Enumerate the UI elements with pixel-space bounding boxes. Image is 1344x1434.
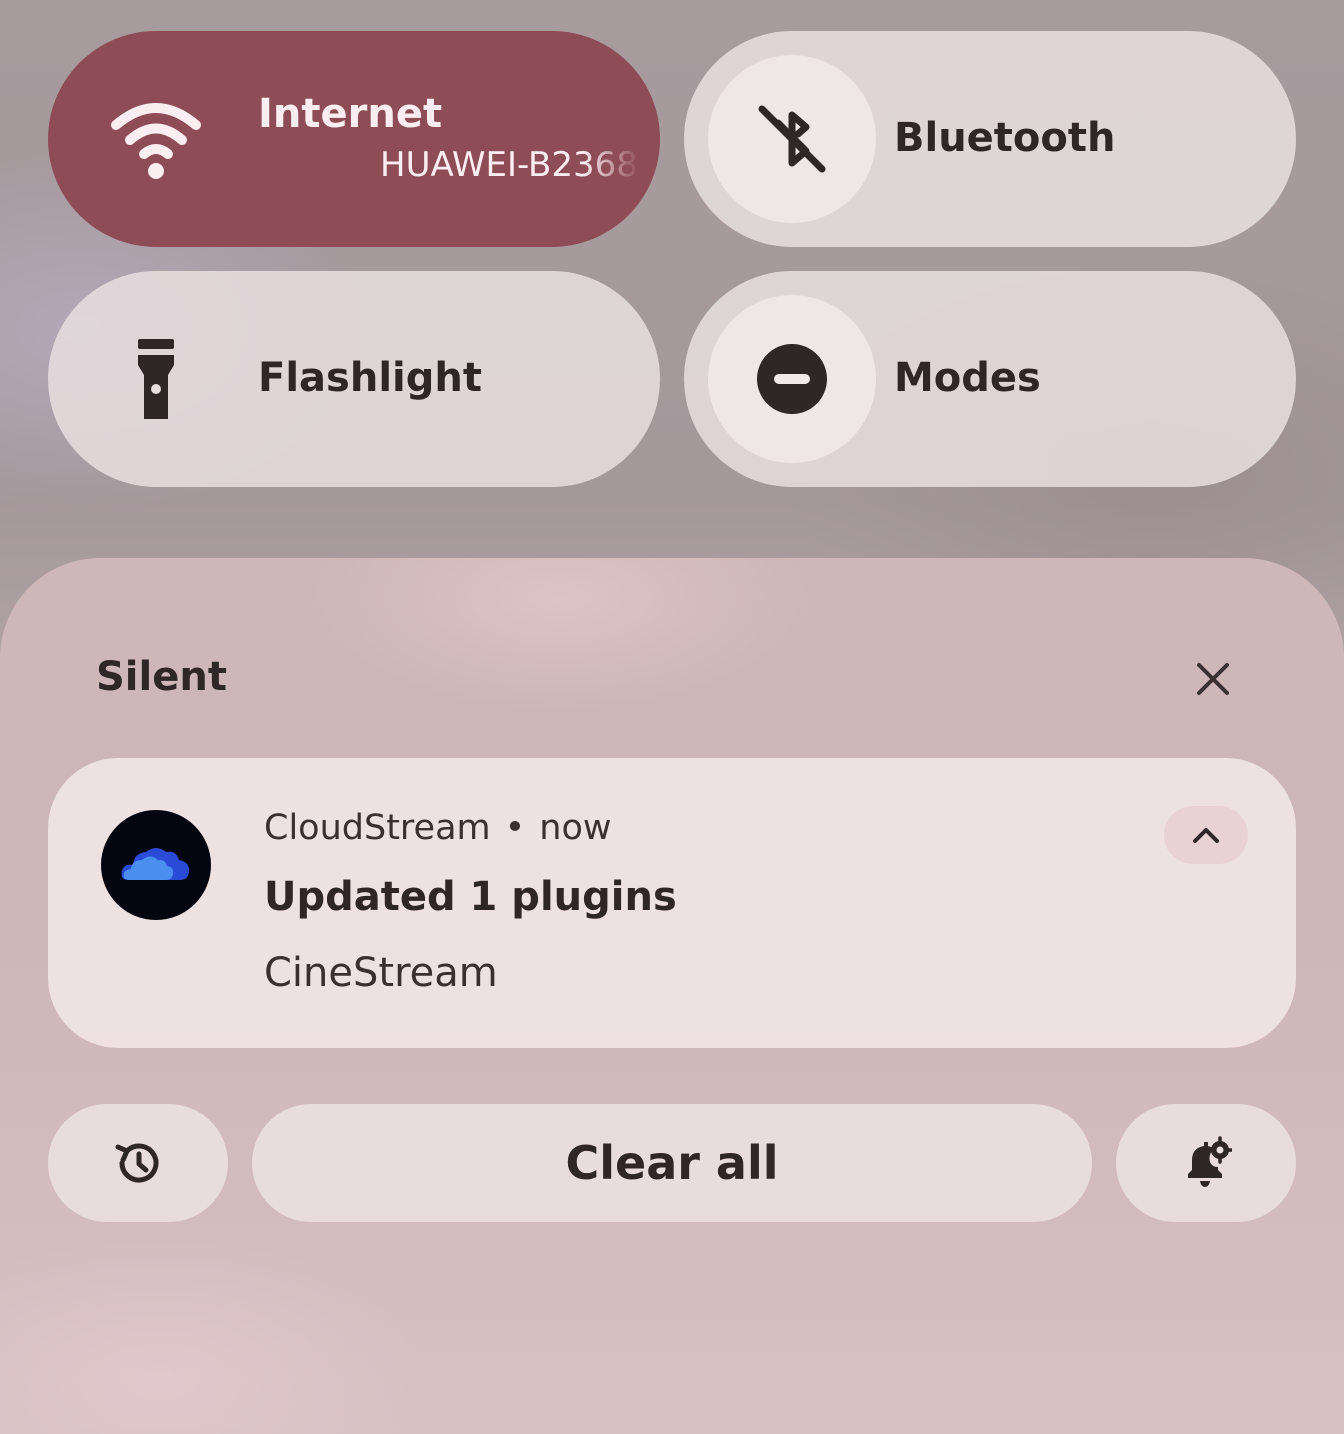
flashlight-icon bbox=[110, 333, 202, 425]
clear-all-label: Clear all bbox=[565, 1136, 779, 1190]
chevron-up-icon[interactable] bbox=[1164, 806, 1248, 864]
internet-tile[interactable]: Internet HUAWEI-B2368 bbox=[48, 31, 660, 247]
cloudstream-cloud-icon bbox=[101, 810, 211, 920]
do-not-disturb-icon[interactable] bbox=[708, 295, 876, 463]
section-title-silent: Silent bbox=[96, 654, 227, 700]
app-name: CloudStream bbox=[264, 808, 491, 848]
internet-label: Internet bbox=[258, 91, 443, 137]
notification-card[interactable]: CloudStream • now Updated 1 plugins CineSt… bbox=[48, 758, 1296, 1048]
notification-body: CineStream bbox=[264, 950, 498, 996]
notification-time: now bbox=[539, 808, 612, 848]
bluetooth-label: Bluetooth bbox=[894, 115, 1116, 161]
notification-settings-button[interactable] bbox=[1116, 1104, 1296, 1222]
internet-network-name: HUAWEI-B2368 bbox=[380, 145, 638, 185]
bluetooth-off-icon[interactable] bbox=[708, 55, 876, 223]
flashlight-label: Flashlight bbox=[258, 355, 482, 401]
bluetooth-tile[interactable]: Bluetooth bbox=[684, 31, 1296, 247]
clear-all-button[interactable]: Clear all bbox=[252, 1104, 1092, 1222]
close-icon[interactable] bbox=[1176, 642, 1250, 716]
wifi-icon bbox=[110, 93, 202, 185]
notification-title: Updated 1 plugins bbox=[264, 874, 677, 920]
separator-dot: • bbox=[504, 808, 526, 848]
modes-label: Modes bbox=[894, 355, 1041, 401]
history-button[interactable] bbox=[48, 1104, 228, 1222]
flashlight-tile[interactable]: Flashlight bbox=[48, 271, 660, 487]
notification-header: CloudStream • now bbox=[264, 808, 612, 848]
modes-tile[interactable]: Modes bbox=[684, 271, 1296, 487]
history-icon bbox=[112, 1137, 164, 1189]
notification-settings-icon bbox=[1180, 1136, 1232, 1190]
